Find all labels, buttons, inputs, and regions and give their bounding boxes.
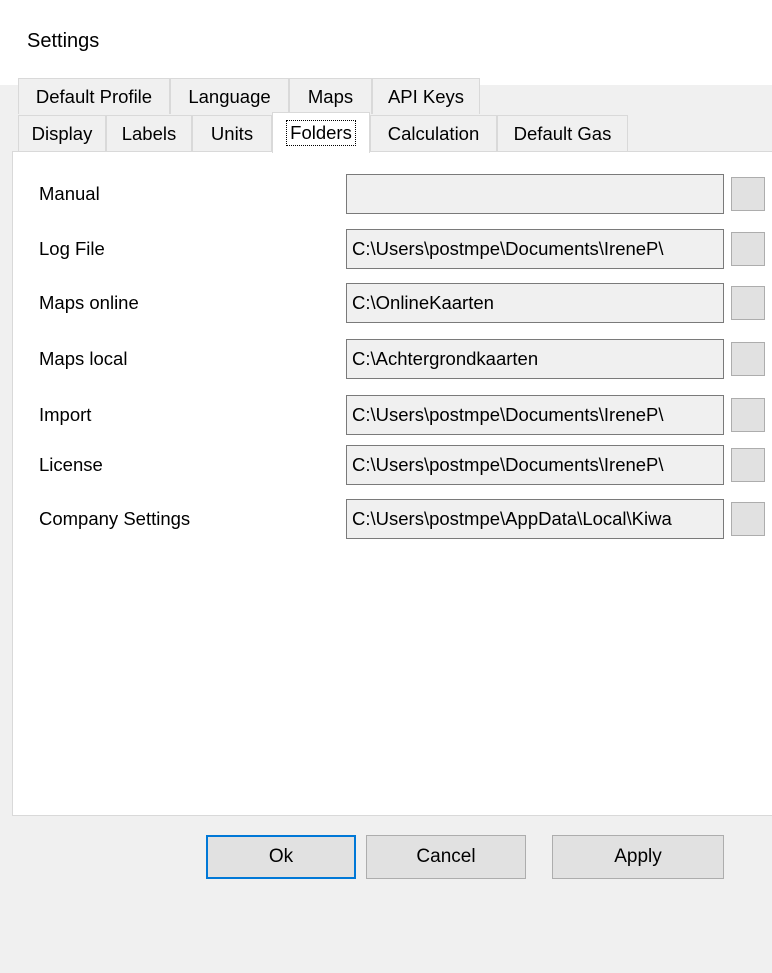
tab-label: Maps [307, 85, 354, 107]
tab-label: Folders [286, 120, 356, 146]
maps-local-label: Maps local [39, 348, 128, 369]
maps-online-browse-button[interactable] [731, 286, 765, 320]
title-bar: Settings [0, 0, 772, 85]
import-label: Import [39, 404, 92, 425]
tab-folders[interactable]: Folders [272, 112, 370, 153]
tab-default-profile[interactable]: Default Profile [18, 78, 170, 114]
tab-display[interactable]: Display [18, 115, 106, 151]
tab-labels[interactable]: Labels [106, 115, 192, 151]
settings-dialog: Settings Default Profile Language Maps A… [0, 0, 772, 973]
log-file-label: Log File [39, 238, 105, 259]
tab-label: API Keys [387, 85, 465, 107]
tab-api-keys[interactable]: API Keys [372, 78, 480, 114]
maps-online-label: Maps online [39, 292, 139, 313]
license-label: License [39, 454, 103, 475]
cancel-button[interactable]: Cancel [366, 835, 526, 879]
manual-browse-button[interactable] [731, 177, 765, 211]
log-file-path-input[interactable] [346, 229, 724, 269]
company-settings-path-input[interactable] [346, 499, 724, 539]
log-file-browse-button[interactable] [731, 232, 765, 266]
apply-button[interactable]: Apply [552, 835, 724, 879]
tab-label: Default Profile [35, 85, 153, 107]
company-settings-label: Company Settings [39, 508, 191, 529]
tab-label: Units [210, 122, 254, 144]
window-title: Settings [27, 30, 100, 52]
manual-path-input[interactable] [346, 174, 724, 214]
tab-language[interactable]: Language [170, 78, 289, 114]
maps-online-path-input[interactable] [346, 283, 724, 323]
license-browse-button[interactable] [731, 448, 765, 482]
tab-label: Language [188, 85, 271, 107]
tab-units[interactable]: Units [192, 115, 272, 151]
license-path-input[interactable] [346, 445, 724, 485]
tab-calculation[interactable]: Calculation [370, 115, 497, 151]
tab-label: Default Gas [513, 122, 612, 144]
manual-label: Manual [39, 183, 100, 204]
company-settings-browse-button[interactable] [731, 502, 765, 536]
tab-default-gas[interactable]: Default Gas [497, 115, 628, 151]
import-path-input[interactable] [346, 395, 724, 435]
maps-local-path-input[interactable] [346, 339, 724, 379]
tab-label: Labels [121, 122, 177, 144]
import-browse-button[interactable] [731, 398, 765, 432]
maps-local-browse-button[interactable] [731, 342, 765, 376]
tab-maps[interactable]: Maps [289, 78, 372, 114]
tab-label: Calculation [387, 122, 480, 144]
tab-label: Display [31, 122, 93, 144]
ok-button[interactable]: Ok [206, 835, 356, 879]
